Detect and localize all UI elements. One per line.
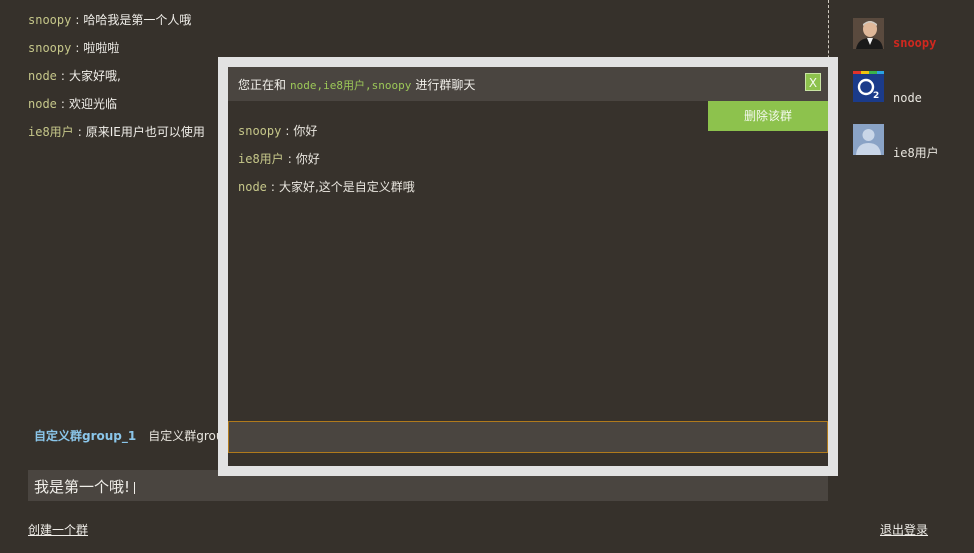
message-row: node: 大家好,这个是自定义群哦 (238, 177, 698, 205)
message-text: 你好 (293, 124, 318, 138)
group-tab-active[interactable]: 自定义群group_1 (34, 429, 136, 443)
message-separator: : (60, 69, 65, 83)
create-group-link[interactable]: 创建一个群 (28, 521, 88, 538)
group-tab[interactable]: 自定义群group_2 (148, 429, 224, 443)
group-tabs: 自定义群group_1 自定义群group_2 (34, 427, 224, 444)
man-portrait-icon (853, 18, 884, 49)
message-sender: node (28, 97, 57, 111)
message-row: ie8用户: 你好 (238, 149, 698, 177)
group-members: node,ie8用户,snoopy (290, 79, 412, 92)
message-row: snoopy: 哈哈我是第一个人哦 (28, 10, 228, 38)
message-sender: node (238, 180, 267, 194)
user-name: snoopy (893, 36, 937, 50)
delete-group-button[interactable]: 删除该群 (708, 101, 828, 131)
message-separator: : (270, 180, 275, 194)
message-text: 啦啦啦 (83, 41, 120, 55)
message-row: ie8用户: 原来IE用户也可以使用 (28, 122, 228, 150)
modal-header: 您正在和 node,ie8用户,snoopy 进行群聊天 X (228, 67, 828, 101)
message-sender: ie8用户 (238, 152, 284, 166)
logout-link[interactable]: 退出登录 (880, 521, 928, 538)
close-button[interactable]: X (805, 73, 821, 91)
message-text: 欢迎光临 (68, 97, 117, 111)
group-message-list: snoopy: 你好 ie8用户: 你好 node: 大家好,这个是自定义群哦 (238, 121, 698, 205)
message-text: 你好 (295, 152, 320, 166)
message-row: node: 欢迎光临 (28, 94, 228, 122)
message-separator: : (75, 13, 80, 27)
message-separator: : (285, 124, 290, 138)
modal-body: 您正在和 node,ie8用户,snoopy 进行群聊天 X 删除该群 snoopy… (228, 67, 828, 466)
o2-logo-icon: 2 (853, 71, 884, 102)
message-sender: ie8用户 (28, 125, 74, 139)
svg-text:2: 2 (873, 91, 879, 101)
message-separator: : (75, 41, 80, 55)
group-chat-modal: 您正在和 node,ie8用户,snoopy 进行群聊天 X 删除该群 snoopy… (218, 57, 838, 476)
message-row: node: 大家好哦, (28, 66, 228, 94)
message-separator: : (287, 152, 292, 166)
message-text: 大家好,这个是自定义群哦 (278, 180, 415, 194)
user-name: node (893, 91, 922, 105)
group-message-input[interactable] (228, 421, 828, 453)
title-suffix: 进行群聊天 (415, 78, 476, 92)
default-person-icon (853, 124, 884, 155)
modal-title: 您正在和 node,ie8用户,snoopy 进行群聊天 (238, 76, 475, 93)
message-sender: snoopy (28, 13, 72, 27)
main-message-list: snoopy: 哈哈我是第一个人哦 snoopy: 啦啦啦 node: 大家好哦, n… (28, 10, 228, 150)
message-separator: : (60, 97, 65, 111)
message-text: 原来IE用户也可以使用 (85, 125, 205, 139)
main-input-value: 我是第一个哦! (34, 478, 131, 496)
message-text: 哈哈我是第一个人哦 (83, 13, 192, 27)
user-item-ie8[interactable]: ie8用户 (853, 124, 968, 177)
message-sender: snoopy (28, 41, 72, 55)
message-sender: node (28, 69, 57, 83)
text-caret (134, 481, 136, 494)
message-row: snoopy: 啦啦啦 (28, 38, 228, 66)
user-list: snoopy 2 node ie8用户 (853, 18, 968, 177)
user-item-node[interactable]: 2 node (853, 71, 968, 124)
message-sender: snoopy (238, 124, 282, 138)
user-name: ie8用户 (893, 146, 939, 160)
message-text: 大家好哦, (68, 69, 121, 83)
message-separator: : (77, 125, 82, 139)
message-row: snoopy: 你好 (238, 121, 698, 149)
chat-app: snoopy: 哈哈我是第一个人哦 snoopy: 啦啦啦 node: 大家好哦, n… (0, 0, 974, 553)
user-item-snoopy[interactable]: snoopy (853, 18, 968, 71)
title-prefix: 您正在和 (238, 78, 287, 92)
